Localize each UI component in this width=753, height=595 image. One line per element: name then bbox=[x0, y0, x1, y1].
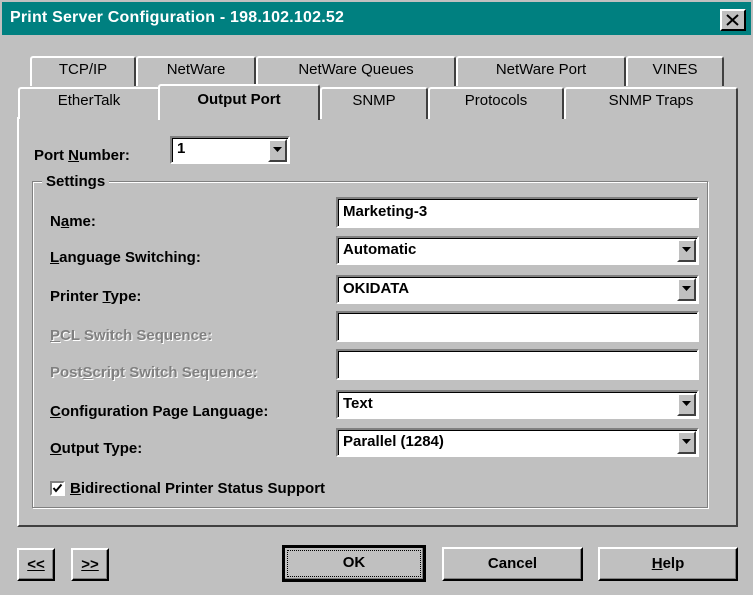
output-type-value: Parallel (1284) bbox=[343, 433, 444, 450]
tab-label: Output Port bbox=[197, 91, 281, 108]
port-number-dropdown-button[interactable] bbox=[268, 139, 287, 162]
language-switching-select[interactable]: Automatic bbox=[336, 236, 699, 265]
settings-group-label: Settings bbox=[42, 173, 110, 190]
pcl-switch-sequence-label: PCL Switch Sequence: bbox=[50, 327, 212, 344]
postscript-switch-sequence-input[interactable] bbox=[336, 349, 699, 380]
label-mnemonic: S bbox=[82, 364, 93, 381]
tab-protocols[interactable]: Protocols bbox=[428, 87, 564, 119]
label-text: Post bbox=[50, 364, 83, 381]
tab-label: TCP/IP bbox=[58, 61, 108, 78]
tab-snmp[interactable]: SNMP bbox=[320, 87, 428, 119]
language-switching-dropdown-button[interactable] bbox=[677, 239, 696, 262]
prev-button[interactable]: << bbox=[17, 548, 55, 581]
label-text: ype: bbox=[110, 288, 142, 305]
output-type-dropdown-button[interactable] bbox=[677, 431, 696, 454]
label-text: me: bbox=[69, 213, 96, 230]
label-mnemonic: P bbox=[50, 327, 61, 344]
label-mnemonic: T bbox=[102, 288, 111, 305]
printer-type-label: Printer Type: bbox=[50, 288, 141, 305]
chevron-down-icon bbox=[682, 401, 691, 406]
close-icon bbox=[726, 14, 739, 26]
print-server-config-dialog: Print Server Configuration - 198.102.102… bbox=[0, 0, 753, 595]
port-number-label: Port Number: bbox=[34, 147, 130, 164]
tab-netware-queues[interactable]: NetWare Queues bbox=[256, 56, 456, 86]
tab-vines[interactable]: VINES bbox=[626, 56, 724, 86]
label-text: anguage Switching: bbox=[59, 249, 201, 266]
name-input[interactable]: Marketing-3 bbox=[336, 197, 699, 228]
label-mnemonic: B bbox=[70, 480, 81, 497]
tab-label: NetWare Port bbox=[495, 61, 587, 78]
ok-label: OK bbox=[342, 554, 366, 571]
title-bar[interactable]: Print Server Configuration - 198.102.102… bbox=[2, 2, 751, 35]
close-button[interactable] bbox=[720, 9, 746, 31]
output-type-label: Output Type: bbox=[50, 440, 142, 457]
chevron-down-icon bbox=[682, 439, 691, 444]
pcl-switch-sequence-input[interactable] bbox=[336, 311, 699, 342]
language-switching-label: Language Switching: bbox=[50, 249, 201, 266]
prev-label: << bbox=[27, 556, 45, 573]
tab-netware-port[interactable]: NetWare Port bbox=[456, 56, 626, 86]
configuration-page-language-dropdown-button[interactable] bbox=[677, 393, 696, 416]
label-text: onfiguration Page Language: bbox=[60, 403, 269, 420]
tab-label: NetWare bbox=[166, 61, 226, 78]
output-type-select[interactable]: Parallel (1284) bbox=[336, 428, 699, 457]
next-button[interactable]: >> bbox=[71, 548, 109, 581]
configuration-page-language-select[interactable]: Text bbox=[336, 390, 699, 419]
tab-netware[interactable]: NetWare bbox=[136, 56, 256, 86]
name-label: Name: bbox=[50, 213, 96, 230]
label-mnemonic: O bbox=[50, 440, 62, 457]
ok-button[interactable]: OK bbox=[282, 545, 426, 582]
tab-label: Protocols bbox=[464, 92, 528, 109]
checkmark-icon bbox=[52, 483, 63, 493]
cancel-label: Cancel bbox=[487, 555, 538, 572]
name-value: Marketing-3 bbox=[343, 203, 428, 220]
chevron-down-icon bbox=[682, 286, 691, 291]
tab-label: SNMP bbox=[352, 92, 396, 109]
help-button[interactable]: Help bbox=[598, 547, 738, 581]
printer-type-select[interactable]: OKIDATA bbox=[336, 275, 699, 304]
postscript-switch-sequence-label: PostScript Switch Sequence: bbox=[50, 364, 258, 381]
label-mnemonic: N bbox=[68, 147, 80, 164]
label-mnemonic: C bbox=[50, 403, 61, 420]
port-number-select[interactable]: 1 bbox=[170, 136, 290, 164]
tab-ethertalk[interactable]: EtherTalk bbox=[18, 87, 160, 119]
tab-snmp-traps[interactable]: SNMP Traps bbox=[564, 87, 738, 119]
printer-type-dropdown-button[interactable] bbox=[677, 278, 696, 301]
label-text: cript Switch Sequence: bbox=[92, 364, 258, 381]
tab-output-port[interactable]: Output Port bbox=[158, 84, 320, 120]
tab-label: VINES bbox=[652, 61, 698, 78]
configuration-page-language-value: Text bbox=[343, 395, 373, 412]
help-label: elp bbox=[662, 555, 685, 572]
language-switching-value: Automatic bbox=[343, 241, 417, 258]
label-text: utput Type: bbox=[61, 440, 143, 457]
window-title: Print Server Configuration - 198.102.102… bbox=[10, 9, 345, 26]
label-mnemonic: a bbox=[60, 213, 70, 230]
label-text: idirectional Printer Status Support bbox=[80, 480, 326, 497]
bidirectional-label[interactable]: Bidirectional Printer Status Support bbox=[70, 480, 325, 497]
next-label: >> bbox=[81, 556, 99, 573]
label-text: Port bbox=[34, 147, 69, 164]
tab-tcp-ip[interactable]: TCP/IP bbox=[30, 56, 136, 86]
help-mnemonic: H bbox=[651, 555, 663, 572]
tab-label: NetWare Queues bbox=[298, 61, 414, 78]
tab-label: SNMP Traps bbox=[608, 92, 694, 109]
chevron-down-icon bbox=[682, 247, 691, 252]
label-text: Printer bbox=[50, 288, 103, 305]
printer-type-value: OKIDATA bbox=[343, 280, 410, 297]
bidirectional-checkbox[interactable] bbox=[50, 481, 65, 496]
label-mnemonic: L bbox=[50, 249, 60, 266]
settings-groupbox bbox=[32, 181, 708, 508]
port-number-value: 1 bbox=[177, 140, 186, 157]
label-text: umber: bbox=[79, 147, 130, 164]
label-text: CL Switch Sequence: bbox=[60, 327, 213, 344]
cancel-button[interactable]: Cancel bbox=[442, 547, 583, 581]
configuration-page-language-label: Configuration Page Language: bbox=[50, 403, 268, 420]
label-text: N bbox=[50, 213, 61, 230]
chevron-down-icon bbox=[273, 147, 282, 152]
tab-label: EtherTalk bbox=[57, 92, 121, 109]
